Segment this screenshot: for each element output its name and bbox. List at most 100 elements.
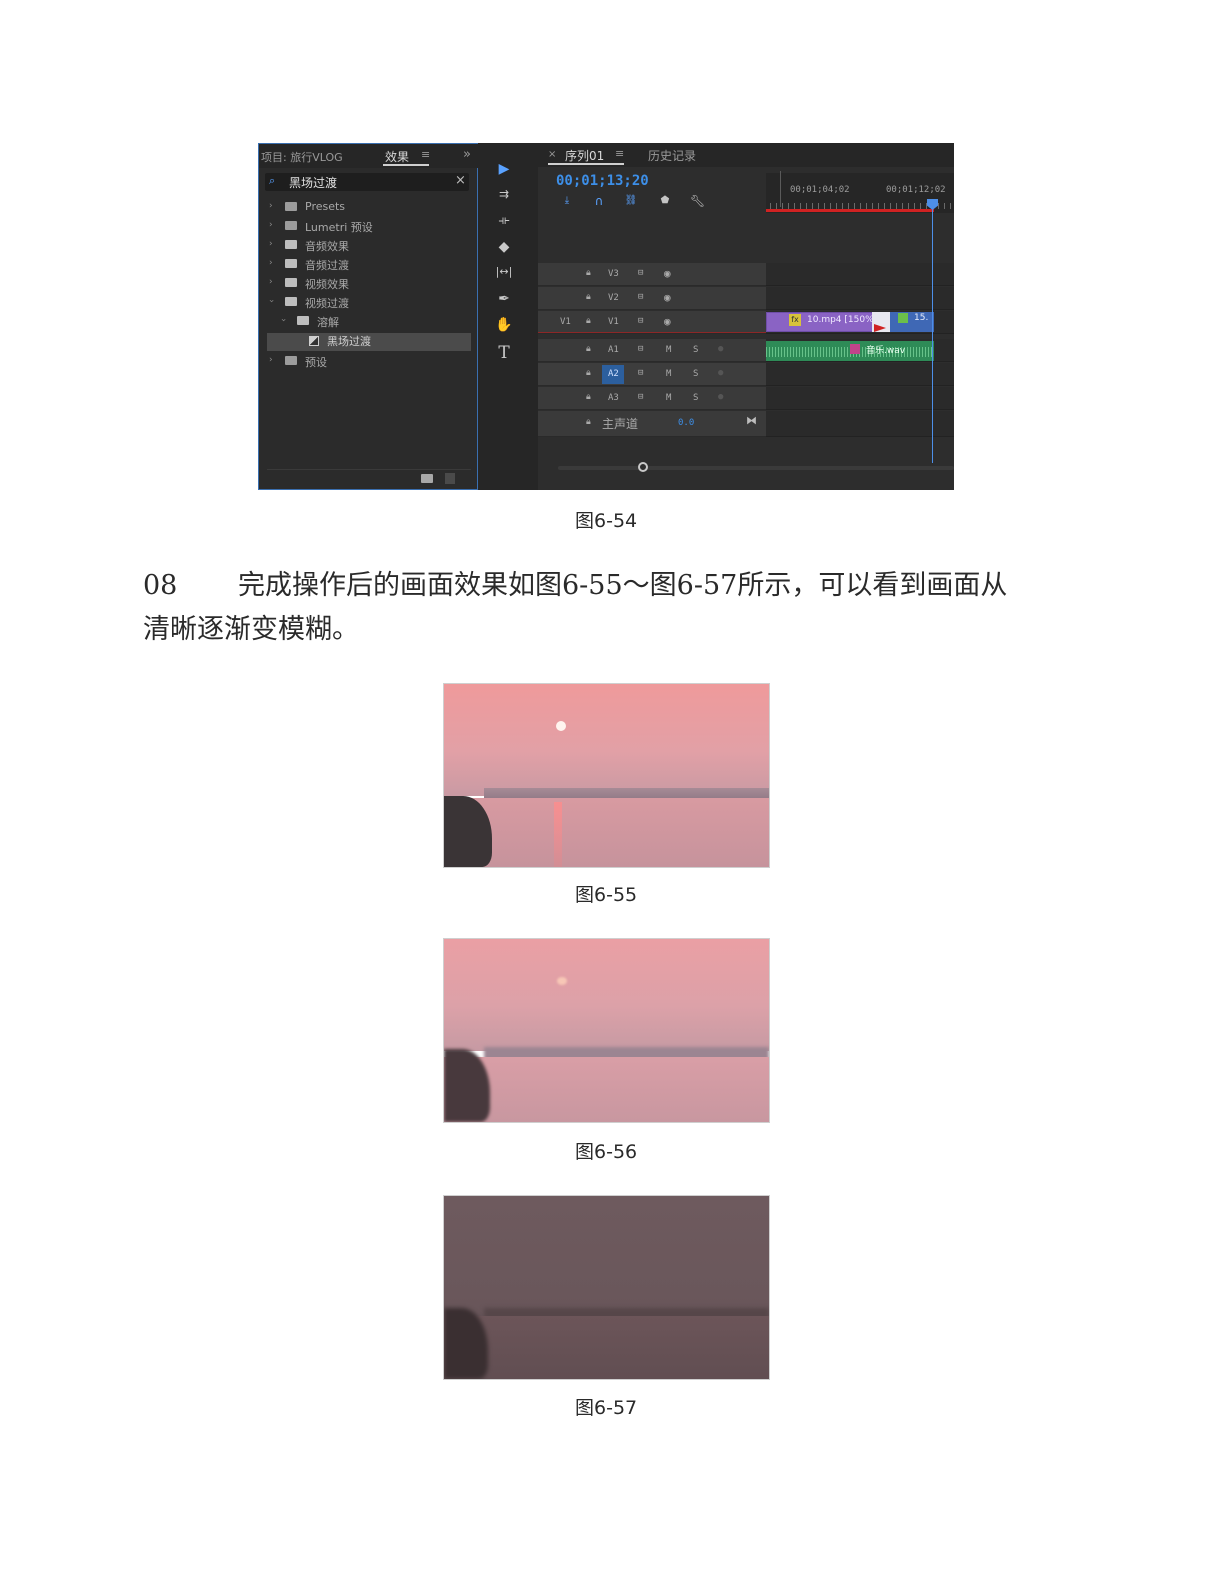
timeline-scrollbar[interactable] xyxy=(558,466,954,470)
lock-icon[interactable]: 🔒︎ xyxy=(586,292,591,302)
chevron-down-icon[interactable]: › xyxy=(278,318,288,322)
photo-sunset-sharp xyxy=(443,683,770,868)
lane-a3[interactable] xyxy=(766,387,954,410)
video-clip-2[interactable]: 15. xyxy=(890,312,934,332)
track-label-a2[interactable]: A2 xyxy=(608,369,619,379)
tree-item-video-transitions[interactable]: 视频过渡 xyxy=(305,295,349,311)
tree-item-audio-effects[interactable]: 音频效果 xyxy=(305,238,349,254)
master-volume-value[interactable]: 0.0 xyxy=(678,418,694,428)
sync-lock-icon[interactable]: ⊟ xyxy=(638,368,643,378)
tree-item-video-effects[interactable]: 视频效果 xyxy=(305,276,349,292)
video-clip[interactable]: fx 10.mp4 [150%] xyxy=(766,312,874,332)
lock-icon[interactable]: 🔒︎ xyxy=(586,417,591,427)
sync-lock-icon[interactable]: ⊟ xyxy=(638,292,643,302)
new-bin-icon[interactable] xyxy=(421,474,433,483)
tree-item-dissolve[interactable]: 溶解 xyxy=(317,314,339,330)
effects-menu-icon[interactable]: ≡ xyxy=(421,148,430,161)
mic-icon[interactable]: ● xyxy=(718,368,723,378)
sequence-menu-icon[interactable]: ≡ xyxy=(615,147,624,160)
trash-icon[interactable] xyxy=(445,473,455,484)
water xyxy=(444,798,769,867)
transition-icon xyxy=(309,336,319,346)
lane-v2[interactable] xyxy=(766,287,954,310)
lock-icon[interactable]: 🔒︎ xyxy=(586,392,591,402)
eye-icon[interactable]: ◉ xyxy=(664,267,671,280)
solo-button[interactable]: S xyxy=(693,345,698,355)
effects-search-input[interactable]: ⌕ 黑场过渡 × xyxy=(265,173,469,191)
playhead-timecode[interactable]: 00;01;13;20 xyxy=(556,173,649,189)
tree-item-lumetri[interactable]: Lumetri 预设 xyxy=(305,219,373,235)
close-sequence-icon[interactable]: × xyxy=(548,149,556,160)
playhead-line[interactable] xyxy=(932,207,933,463)
work-area-bar[interactable] xyxy=(766,209,934,212)
linked-selection-icon[interactable]: ⛓ xyxy=(624,195,638,206)
mute-button[interactable]: M xyxy=(666,369,671,379)
chevron-down-icon[interactable]: › xyxy=(266,299,276,303)
add-marker-icon[interactable]: ⬟ xyxy=(658,195,672,206)
slip-tool-icon[interactable]: |↔| xyxy=(494,265,514,278)
pen-tool-icon[interactable]: ✒ xyxy=(494,291,514,307)
chevron-right-icon[interactable]: › xyxy=(269,277,273,287)
eye-icon[interactable]: ◉ xyxy=(664,315,671,328)
chevron-right-icon[interactable]: › xyxy=(269,355,273,365)
eye-icon[interactable]: ◉ xyxy=(664,291,671,304)
sync-lock-icon[interactable]: ⊟ xyxy=(638,316,643,326)
solo-button[interactable]: S xyxy=(693,393,698,403)
tab-sequence[interactable]: 序列01 xyxy=(565,147,604,164)
track-header-v3 xyxy=(538,263,766,286)
razor-tool-icon[interactable]: ◆ xyxy=(494,239,514,255)
selection-tool-icon[interactable]: ▶ xyxy=(494,161,514,177)
sync-lock-icon[interactable]: ⊟ xyxy=(638,268,643,278)
ripple-edit-tool-icon[interactable]: ⟛ xyxy=(494,213,514,228)
tree-item-dip-to-black[interactable]: 黑场过渡 xyxy=(327,333,371,349)
folder-icon xyxy=(285,240,297,249)
zoom-handle[interactable] xyxy=(638,462,648,472)
clear-search-icon[interactable]: × xyxy=(455,173,466,188)
tree-item-user-presets[interactable]: 预设 xyxy=(305,354,327,370)
track-header-a1 xyxy=(538,339,766,362)
mic-icon[interactable]: ● xyxy=(718,392,723,402)
lane-v3[interactable] xyxy=(766,263,954,286)
sync-lock-icon[interactable]: ⊟ xyxy=(638,344,643,354)
chevron-right-icon[interactable]: › xyxy=(269,258,273,268)
lane-a2[interactable] xyxy=(766,363,954,386)
track-header-v1 xyxy=(538,311,766,334)
lock-icon[interactable]: 🔒︎ xyxy=(586,268,591,278)
chevron-right-icon[interactable]: › xyxy=(269,220,273,230)
folder-icon xyxy=(285,259,297,268)
lane-master[interactable] xyxy=(766,411,954,437)
hand-tool-icon[interactable]: ✋ xyxy=(494,317,514,333)
more-panels-icon[interactable]: » xyxy=(463,147,471,162)
fx-badge xyxy=(898,313,908,323)
lock-icon[interactable]: 🔒︎ xyxy=(586,316,591,326)
figure-caption: 图6-54 xyxy=(575,510,638,532)
sun xyxy=(556,721,566,731)
sync-lock-icon[interactable]: ⊟ xyxy=(638,392,643,402)
step-text-line1: 完成操作后的画面效果如图6-55～图6-57所示，可以看到画面从 xyxy=(238,570,1008,601)
chevron-right-icon[interactable]: › xyxy=(269,239,273,249)
tab-project[interactable]: 项目: 旅行VLOG xyxy=(261,149,343,165)
audio-clip[interactable]: 音乐.wav xyxy=(766,341,934,361)
tree-item-audio-transitions[interactable]: 音频过渡 xyxy=(305,257,349,273)
track-label-v3: V3 xyxy=(608,269,619,279)
track-header-a3 xyxy=(538,387,766,410)
nest-icon[interactable]: ⤓ xyxy=(560,195,574,206)
transition-marker[interactable] xyxy=(872,312,890,332)
lock-icon[interactable]: 🔒︎ xyxy=(586,344,591,354)
tab-history[interactable]: 历史记录 xyxy=(648,147,696,164)
wrench-icon[interactable]: 🔧︎ xyxy=(690,194,705,208)
tree-item-presets[interactable]: Presets xyxy=(305,200,345,213)
type-tool-icon[interactable]: T xyxy=(494,343,514,363)
snap-icon[interactable]: ∩ xyxy=(592,194,606,208)
track-select-tool-icon[interactable]: ⇉ xyxy=(494,187,514,201)
tab-effects[interactable]: 效果 xyxy=(385,148,409,165)
mic-icon[interactable]: ● xyxy=(718,344,723,354)
bin-icon xyxy=(285,221,297,230)
lock-icon[interactable]: 🔒︎ xyxy=(586,368,591,378)
solo-button[interactable]: S xyxy=(693,369,698,379)
source-patch-v1[interactable]: V1 xyxy=(560,317,571,327)
mute-button[interactable]: M xyxy=(666,393,671,403)
chevron-right-icon[interactable]: › xyxy=(269,201,273,211)
go-to-end-icon[interactable]: ⧓ xyxy=(746,414,757,427)
mute-button[interactable]: M xyxy=(666,345,671,355)
